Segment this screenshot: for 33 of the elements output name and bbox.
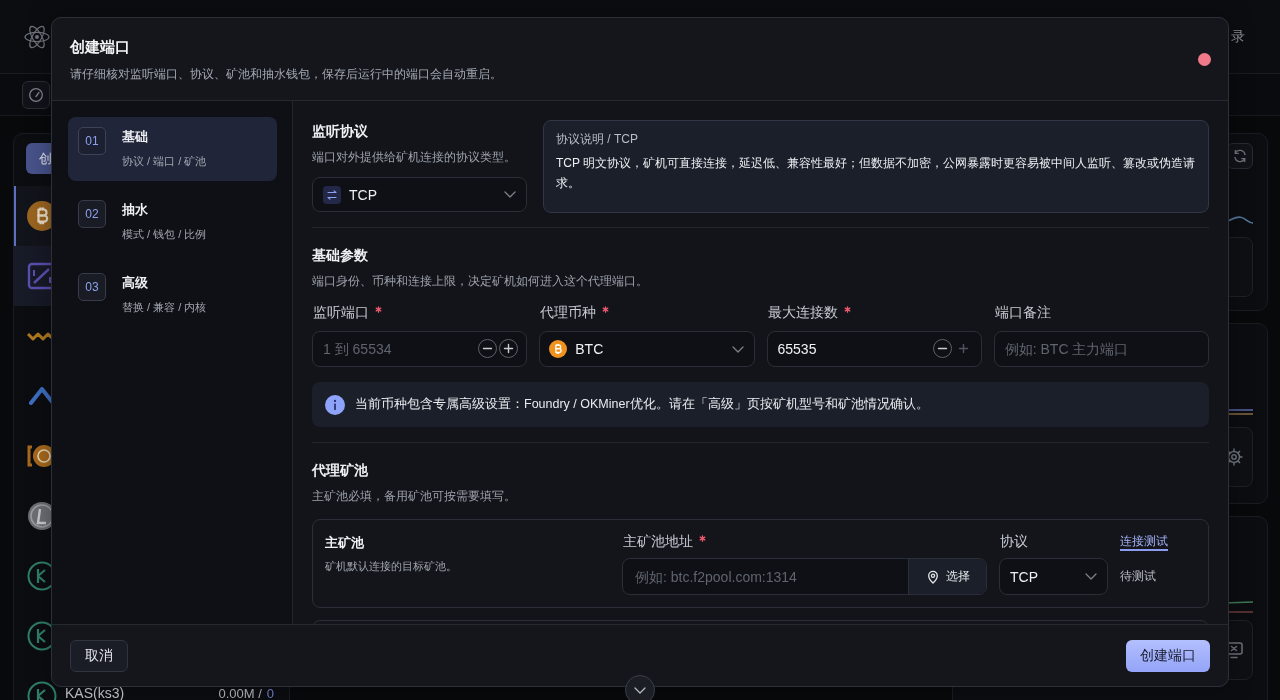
hashrate-text: 0.00M / [218,687,262,700]
step-subtitle: 协议 / 端口 / 矿池 [122,154,207,169]
section-subtitle: 主矿池必填，备用矿池可按需要填写。 [312,488,517,505]
info-text: TCP 明文协议，矿机可直接连接，延迟低、兼容性最好；但数据不加密，公网暴露时更容易被中间人监听、篡改或伪造请求。 [556,155,1196,192]
top-bar-text: 录 [1231,27,1245,46]
test-status: 待测试 [1120,568,1156,585]
section-title: 监听协议 [312,122,369,141]
field-label: 主矿池地址 [623,532,693,551]
pool-subtitle: 矿机默认连接的目标矿池。 [325,559,458,574]
dialog-title: 创建端口 [70,36,131,57]
count-text: 0 [266,687,274,700]
step-title: 基础 [122,128,149,146]
step-number: 03 [78,273,106,301]
section-title: 代理矿池 [312,461,369,480]
notice-text: 当前币种包含专属高级设置：Foundry / OKMiner优化。请在「高级」页按矿机型号和矿池情况确认。 [355,396,929,413]
field-label: 代理币种 [540,303,597,322]
step-number: 01 [78,127,106,155]
section-subtitle: 端口身份、币种和连接上限，决定矿机如何进入这个代理端口。 [312,273,649,290]
field-label: 最大连接数 [767,303,838,322]
step-subtitle: 替换 / 兼容 / 内核 [122,300,207,315]
section-title: 基础参数 [312,246,369,265]
field-label: 协议 [1000,532,1028,551]
field-label: 端口备注 [994,303,1051,322]
section-subtitle: 端口对外提供给矿机连接的协议类型。 [312,149,517,166]
pool-title: 主矿池 [325,534,365,552]
step-title: 抽水 [122,201,149,219]
field-label: 监听端口 [313,303,369,322]
info-title: 协议说明 / TCP [556,131,639,148]
coin-name: KAS(ks3) [65,686,125,700]
dialog-subtitle: 请仔细核对监听端口、协议、矿池和抽水钱包，保存后运行中的端口会自动重启。 [70,65,502,83]
step-subtitle: 模式 / 钱包 / 比例 [122,227,207,242]
step-title: 高级 [122,274,149,292]
step-number: 02 [78,200,106,228]
